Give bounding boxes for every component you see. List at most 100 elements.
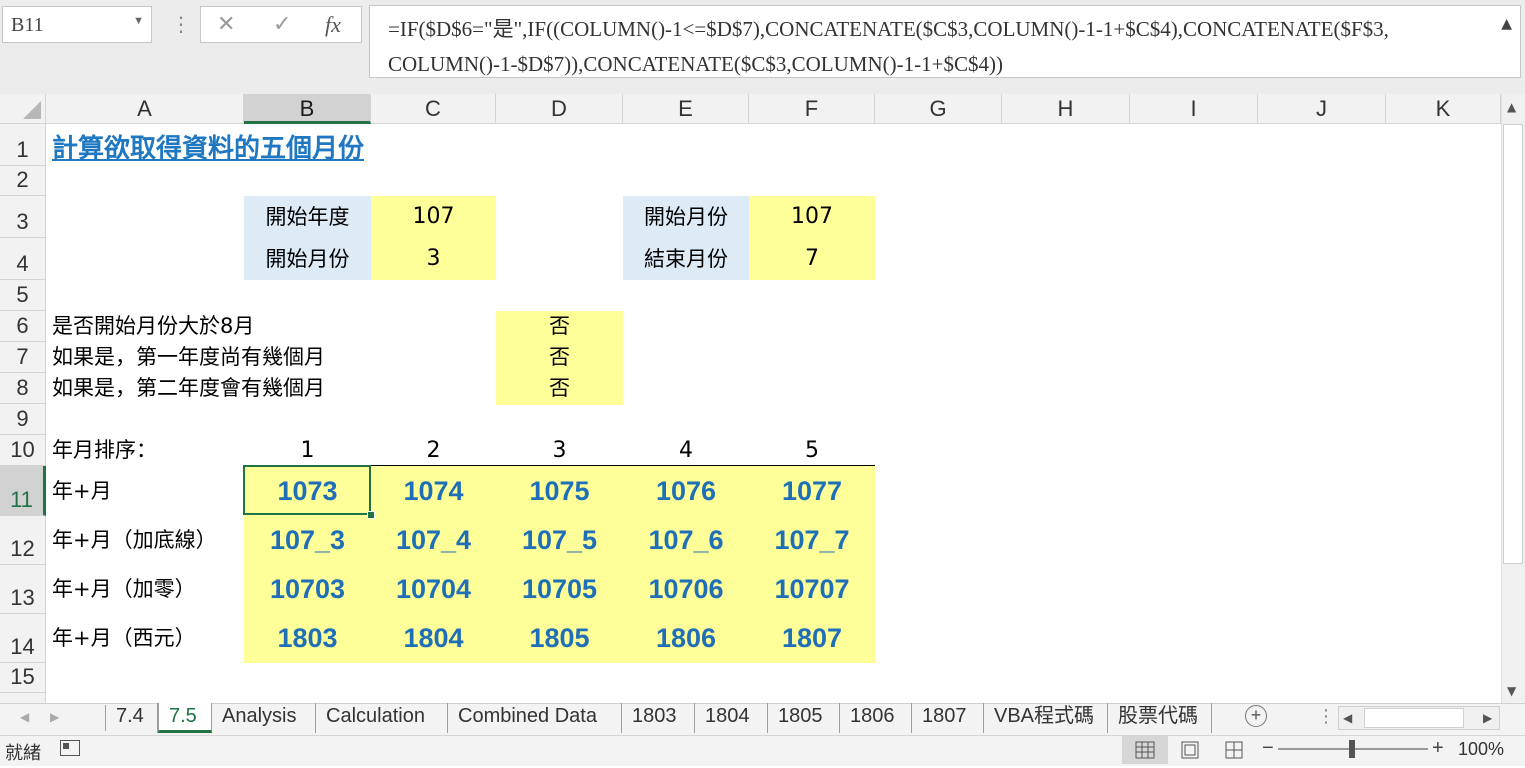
row12-cell-4[interactable]: 107_6: [623, 516, 749, 565]
row13-label[interactable]: 年+月（加零）: [52, 565, 196, 614]
more-options-icon[interactable]: ⋮: [1317, 706, 1335, 727]
tab-7-5[interactable]: 7.5: [158, 703, 212, 733]
row-header-11[interactable]: 11: [0, 466, 46, 516]
row-header-15[interactable]: 15: [0, 663, 46, 693]
row13-cell-2[interactable]: 10704: [371, 565, 496, 614]
row-header-14[interactable]: 14: [0, 614, 46, 663]
enter-icon[interactable]: ✓: [273, 12, 291, 37]
row-header-4[interactable]: 4: [0, 238, 46, 280]
collapse-formula-bar-icon[interactable]: ▲: [1501, 16, 1512, 32]
zoom-level[interactable]: 100%: [1458, 739, 1504, 760]
scroll-up-icon[interactable]: ▲: [1507, 100, 1516, 114]
scroll-down-icon[interactable]: ▼: [1507, 684, 1516, 698]
question-3-label[interactable]: 如果是，第二年度會有幾個月: [52, 373, 325, 404]
row11-cell-2[interactable]: 1074: [371, 466, 496, 516]
column-header-g[interactable]: G: [875, 94, 1002, 124]
formula-input[interactable]: =IF($D$6="是",IF((COLUMN()-1<=$D$7),CONCA…: [369, 5, 1521, 78]
select-all-button[interactable]: [0, 94, 46, 124]
row14-label[interactable]: 年+月（西元）: [52, 614, 196, 663]
row11-cell-4[interactable]: 1076: [623, 466, 749, 516]
order-2[interactable]: 2: [371, 435, 496, 466]
tab-calculation[interactable]: Calculation: [316, 703, 448, 733]
tab-combined-data[interactable]: Combined Data: [448, 703, 622, 733]
zoom-out-icon[interactable]: −: [1262, 737, 1274, 760]
order-label[interactable]: 年月排序：: [52, 435, 157, 466]
column-header-c[interactable]: C: [371, 94, 496, 124]
tab-vba-code[interactable]: VBA程式碼: [984, 703, 1108, 733]
start-year-value[interactable]: 107: [371, 196, 496, 238]
column-header-k[interactable]: K: [1386, 94, 1501, 124]
tab-1805[interactable]: 1805: [768, 703, 840, 733]
name-box[interactable]: B11 ▼: [2, 6, 152, 43]
question-2-label[interactable]: 如果是，第一年度尚有幾個月: [52, 342, 325, 373]
normal-view-button[interactable]: [1122, 736, 1168, 764]
question-1-value[interactable]: 否: [496, 311, 623, 342]
column-header-f[interactable]: F: [749, 94, 875, 124]
start-month2-value[interactable]: 107: [749, 196, 875, 238]
tab-7-4[interactable]: 7.4: [106, 703, 158, 733]
tab-1806[interactable]: 1806: [840, 703, 912, 733]
column-header-a[interactable]: A: [46, 94, 244, 124]
row14-cell-4[interactable]: 1806: [623, 614, 749, 663]
order-4[interactable]: 4: [623, 435, 749, 466]
end-month-label[interactable]: 結束月份: [623, 238, 749, 280]
tab-1804[interactable]: 1804: [695, 703, 768, 733]
row12-label[interactable]: 年+月（加底線）: [52, 516, 217, 565]
horizontal-scroll-thumb[interactable]: [1364, 708, 1464, 728]
row12-cell-2[interactable]: 107_4: [371, 516, 496, 565]
row13-cell-1[interactable]: 10703: [244, 565, 371, 614]
order-3[interactable]: 3: [496, 435, 623, 466]
row-header-16[interactable]: [0, 693, 46, 703]
row-header-6[interactable]: 6: [0, 311, 46, 342]
end-month-value[interactable]: 7: [749, 238, 875, 280]
column-header-j[interactable]: J: [1258, 94, 1386, 124]
row12-cell-5[interactable]: 107_7: [749, 516, 875, 565]
column-header-i[interactable]: I: [1130, 94, 1258, 124]
row-header-1[interactable]: 1: [0, 124, 46, 166]
column-header-e[interactable]: E: [623, 94, 749, 124]
row14-cell-1[interactable]: 1803: [244, 614, 371, 663]
column-header-d[interactable]: D: [496, 94, 623, 124]
column-header-b[interactable]: B: [244, 94, 371, 124]
start-month-value[interactable]: 3: [371, 238, 496, 280]
row-header-9[interactable]: 9: [0, 404, 46, 435]
order-5[interactable]: 5: [749, 435, 875, 466]
page-layout-button[interactable]: [1178, 736, 1202, 764]
row14-cell-2[interactable]: 1804: [371, 614, 496, 663]
question-1-label[interactable]: 是否開始月份大於8月: [52, 311, 254, 342]
row-header-12[interactable]: 12: [0, 516, 46, 565]
row-header-8[interactable]: 8: [0, 373, 46, 404]
row11-label[interactable]: 年+月: [52, 466, 112, 516]
tab-stock-codes[interactable]: 股票代碼: [1108, 703, 1212, 733]
column-header-h[interactable]: H: [1002, 94, 1130, 124]
row-header-5[interactable]: 5: [0, 280, 46, 311]
row-header-3[interactable]: 3: [0, 196, 46, 238]
row-header-2[interactable]: 2: [0, 166, 46, 196]
tab-1807[interactable]: 1807: [912, 703, 984, 733]
tab-1803[interactable]: 1803: [622, 703, 695, 733]
insert-function-icon[interactable]: fx: [325, 12, 341, 38]
row12-cell-1[interactable]: 107_3: [244, 516, 371, 565]
row-header-13[interactable]: 13: [0, 565, 46, 614]
row13-cell-4[interactable]: 10706: [623, 565, 749, 614]
order-1[interactable]: 1: [244, 435, 371, 466]
fill-handle[interactable]: [367, 511, 375, 519]
zoom-in-icon[interactable]: +: [1432, 737, 1444, 760]
page-break-button[interactable]: [1222, 736, 1246, 764]
tab-scroll-left-icon[interactable]: ◀: [20, 710, 29, 724]
row14-cell-5[interactable]: 1807: [749, 614, 875, 663]
tab-scroll-right-icon[interactable]: ▶: [50, 710, 59, 724]
question-3-value[interactable]: 否: [496, 373, 623, 404]
scroll-left-icon[interactable]: ◀: [1343, 711, 1352, 725]
sheet-title[interactable]: 計算欲取得資料的五個月份: [52, 128, 364, 165]
row-header-7[interactable]: 7: [0, 342, 46, 373]
row13-cell-3[interactable]: 10705: [496, 565, 623, 614]
macro-record-icon[interactable]: [60, 740, 80, 756]
row11-cell-3[interactable]: 1075: [496, 466, 623, 516]
question-2-value[interactable]: 否: [496, 342, 623, 373]
zoom-slider-thumb[interactable]: [1349, 740, 1355, 758]
start-year-label[interactable]: 開始年度: [244, 196, 371, 238]
cancel-icon[interactable]: ✕: [217, 12, 235, 37]
row12-cell-3[interactable]: 107_5: [496, 516, 623, 565]
scroll-right-icon[interactable]: ▶: [1483, 711, 1492, 725]
